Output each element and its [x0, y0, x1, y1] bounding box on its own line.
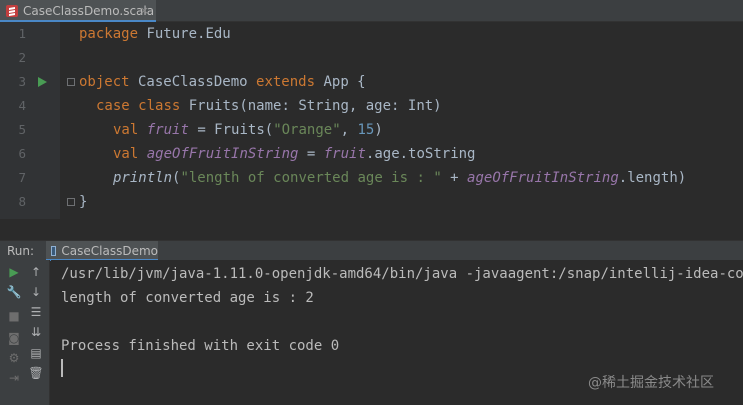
variable: ageOfFruitInString	[467, 170, 619, 186]
keyword: extends	[256, 74, 316, 90]
console-line: /usr/lib/jvm/java-1.11.0-openjdk-amd64/b…	[61, 266, 743, 282]
editor-tab-caseclassdemo[interactable]: CaseClassDemo.scala ×	[0, 0, 156, 22]
code-editor[interactable]: 1 2 3 4 5 6 7 8 package Future.Edu objec…	[0, 22, 743, 219]
rerun-icon[interactable]: ▶	[7, 265, 21, 279]
code-text: App {	[315, 74, 366, 90]
variable: fruit	[323, 146, 366, 162]
code-line-3: object CaseClassDemo extends App {	[79, 70, 366, 94]
code-line-7: println("length of converted age is : " …	[113, 166, 686, 190]
down-arrow-icon[interactable]: ↓	[29, 285, 43, 299]
scroll-to-end-icon[interactable]: ⇊	[29, 325, 43, 339]
stop-icon[interactable]: ■	[7, 309, 21, 323]
trash-icon[interactable]: 🗑	[28, 366, 43, 380]
line-number: 1	[18, 26, 26, 41]
code-line-6: val ageOfFruitInString = fruit.age.toStr…	[113, 142, 475, 166]
keyword: object	[79, 74, 130, 90]
code-text: = Fruits(	[188, 122, 274, 138]
print-icon[interactable]: ▤	[29, 346, 43, 360]
code-text: Fruits(name: String, age: Int)	[180, 98, 442, 114]
soft-wrap-icon[interactable]: ☰	[29, 305, 43, 319]
code-line-1: package Future.Edu	[79, 22, 231, 46]
up-arrow-icon[interactable]: ↑	[29, 265, 43, 279]
run-tool-window-header: Run: CaseClassDemo	[0, 240, 743, 261]
line-number-gutter: 1 2 3 4 5 6 7 8	[0, 22, 60, 219]
fold-marker-icon[interactable]	[67, 78, 75, 86]
code-line-5: val fruit = Fruits("Orange", 15)	[113, 118, 383, 142]
line-number: 3	[18, 74, 26, 89]
console-line: Process finished with exit code 0	[61, 338, 340, 354]
line-number: 4	[18, 98, 26, 113]
code-text: )	[374, 122, 383, 138]
line-number: 2	[18, 50, 26, 65]
editor-tab-bar: CaseClassDemo.scala ×	[0, 0, 743, 22]
variable: fruit	[146, 122, 189, 138]
code-text: CaseClassDemo	[129, 74, 257, 90]
scala-file-icon	[6, 5, 18, 17]
run-config-icon	[51, 246, 57, 256]
code-line-8: }	[79, 190, 87, 214]
code-text: }	[79, 194, 88, 210]
watermark: @稀土掘金技术社区	[588, 375, 714, 391]
keyword: val	[113, 122, 139, 138]
code-text: Future.Edu	[138, 26, 231, 42]
variable: ageOfFruitInString	[146, 146, 299, 162]
line-number: 6	[18, 146, 26, 161]
code-text: .length)	[618, 170, 687, 186]
line-number: 8	[18, 194, 26, 209]
gear-icon[interactable]: ⚙	[7, 351, 21, 365]
string-literal: "Orange"	[273, 122, 341, 138]
code-text: +	[441, 170, 468, 186]
code-text: ,	[340, 122, 358, 138]
code-line-4: case class Fruits(name: String, age: Int…	[96, 94, 442, 118]
keyword: package	[79, 26, 139, 42]
number-literal: 15	[357, 122, 375, 138]
wrench-icon[interactable]: 🔧	[7, 285, 22, 299]
keyword: case	[96, 98, 130, 114]
run-tab-label: CaseClassDemo	[61, 244, 158, 258]
exit-icon[interactable]: ⇥	[7, 371, 21, 385]
code-text: .age.toString	[365, 146, 476, 162]
camera-icon[interactable]: ◙	[7, 331, 21, 345]
line-number: 5	[18, 122, 26, 137]
keyword: val	[113, 146, 139, 162]
editor-bottom-space	[0, 219, 743, 240]
close-icon[interactable]: ×	[140, 4, 149, 17]
function-name: println	[113, 170, 173, 186]
text-caret	[61, 359, 63, 377]
string-literal: "length of converted age is : "	[180, 170, 442, 186]
line-number: 7	[18, 170, 26, 185]
keyword: class	[138, 98, 181, 114]
run-gutter-icon[interactable]	[38, 77, 47, 87]
editor-tab-label: CaseClassDemo.scala	[23, 4, 155, 18]
run-window-title: Run:	[7, 244, 35, 258]
code-text: =	[298, 146, 324, 162]
run-toolbar: ▶ ↑ 🔧 ↓ ■ ☰ ◙ ⇊ ⚙ ▤ ⇥ 🗑	[0, 260, 50, 405]
console-line: length of converted age is : 2	[61, 290, 314, 306]
run-tab-caseclassdemo[interactable]: CaseClassDemo	[46, 241, 158, 261]
fold-marker-icon[interactable]	[67, 198, 75, 206]
